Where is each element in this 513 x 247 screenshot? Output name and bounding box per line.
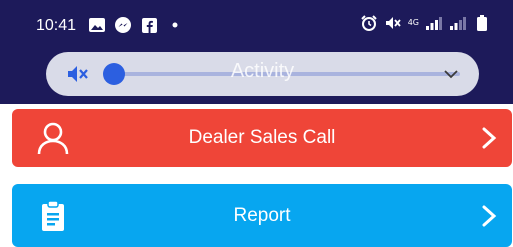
battery-icon: [473, 14, 491, 32]
notification-icons: [88, 16, 184, 34]
chevron-right-icon: [480, 204, 498, 228]
signal-icon: [449, 14, 467, 32]
volume-label: Activity: [230, 60, 295, 82]
clipboard-icon: [36, 199, 70, 233]
chevron-down-icon[interactable]: [443, 66, 459, 82]
facebook-icon: [140, 16, 158, 34]
system-icons: 4G: [360, 14, 491, 32]
messenger-icon: [114, 16, 132, 34]
chevron-right-icon: [480, 126, 498, 150]
button-label: Report: [233, 204, 291, 226]
volume-panel[interactable]: Activity: [46, 52, 479, 96]
dealer-sales-call-button[interactable]: Dealer Sales Call: [12, 109, 512, 167]
alarm-icon: [360, 14, 378, 32]
button-label: Dealer Sales Call: [188, 127, 336, 148]
mute-icon: [384, 14, 402, 32]
dot-icon: [166, 16, 184, 34]
status-bar: 10:41 4G Activity: [0, 0, 513, 104]
person-icon: [36, 121, 70, 155]
gallery-icon: [88, 16, 106, 34]
signal-icon: [425, 14, 443, 32]
4g-icon: 4G: [407, 18, 419, 27]
status-time: 10:41: [36, 17, 77, 34]
report-button[interactable]: Report: [12, 184, 512, 247]
